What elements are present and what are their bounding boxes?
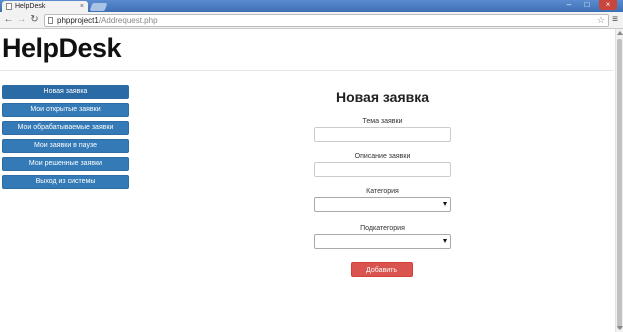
close-icon[interactable]: × (80, 1, 84, 12)
url-path: /Addrequest.php (98, 16, 158, 25)
sidebar-item-resolved-requests[interactable]: Мои решенные заявки (2, 157, 129, 171)
page-icon (6, 3, 12, 10)
sidebar-item-new-request[interactable]: Новая заявка (2, 85, 129, 99)
sidebar-item-logout[interactable]: Выход из системы (2, 175, 129, 189)
chevron-down-icon (443, 239, 447, 243)
subject-label: Тема заявки (362, 118, 403, 125)
subcategory-select[interactable] (314, 234, 451, 249)
subject-input[interactable] (314, 127, 451, 142)
sidebar-item-open-requests[interactable]: Мои открытые заявки (2, 103, 129, 117)
maximize-icon[interactable]: □ (581, 0, 593, 10)
window-close-icon[interactable]: × (599, 0, 617, 10)
url-host: phpproject1 (57, 16, 99, 25)
header-divider (0, 70, 614, 71)
sidebar-item-processing-requests[interactable]: Мои обрабатываемые заявки (2, 121, 129, 135)
category-label: Категория (366, 188, 399, 195)
minimize-icon[interactable]: – (563, 0, 575, 10)
browser-toolbar: ← → ↻ phpproject1/Addrequest.php ☆ ≡ (0, 12, 623, 29)
tab-title: HelpDesk (15, 3, 46, 10)
menu-icon[interactable]: ≡ (610, 14, 620, 26)
scrollbar-thumb[interactable] (617, 39, 622, 329)
description-label: Описание заявки (354, 153, 411, 160)
window-controls: – □ × (563, 0, 617, 12)
add-request-button[interactable]: Добавить заявку (350, 262, 413, 287)
category-select[interactable] (314, 197, 451, 212)
chevron-down-icon (443, 202, 447, 206)
vertical-scrollbar[interactable] (615, 29, 623, 332)
bookmark-star-icon[interactable]: ☆ (597, 15, 605, 26)
subcategory-label: Подкатегория (360, 225, 405, 232)
description-input[interactable] (314, 162, 451, 177)
page-icon (48, 17, 53, 24)
back-arrow-icon[interactable]: ← (3, 14, 14, 26)
sidebar-nav: Новая заявка Мои открытые заявки Мои обр… (2, 85, 129, 193)
form-title: Новая заявка (335, 89, 430, 105)
page-viewport: HelpDesk Новая заявка Мои открытые заявк… (0, 29, 623, 332)
scroll-up-icon[interactable] (617, 31, 623, 35)
browser-tabstrip: HelpDesk × – □ × (0, 0, 623, 12)
sidebar-item-paused-requests[interactable]: Мои заявки в паузе (2, 139, 129, 153)
new-request-form: Новая заявка Тема заявки Описание заявки… (313, 89, 452, 287)
browser-tab[interactable]: HelpDesk × (2, 1, 88, 12)
reload-icon[interactable]: ↻ (29, 14, 40, 26)
forward-arrow-icon[interactable]: → (16, 14, 27, 26)
address-bar[interactable]: phpproject1/Addrequest.php ☆ (44, 14, 609, 27)
scroll-down-icon[interactable] (617, 326, 623, 330)
brand-title: HelpDesk (2, 33, 122, 63)
new-tab-button[interactable] (89, 3, 108, 11)
